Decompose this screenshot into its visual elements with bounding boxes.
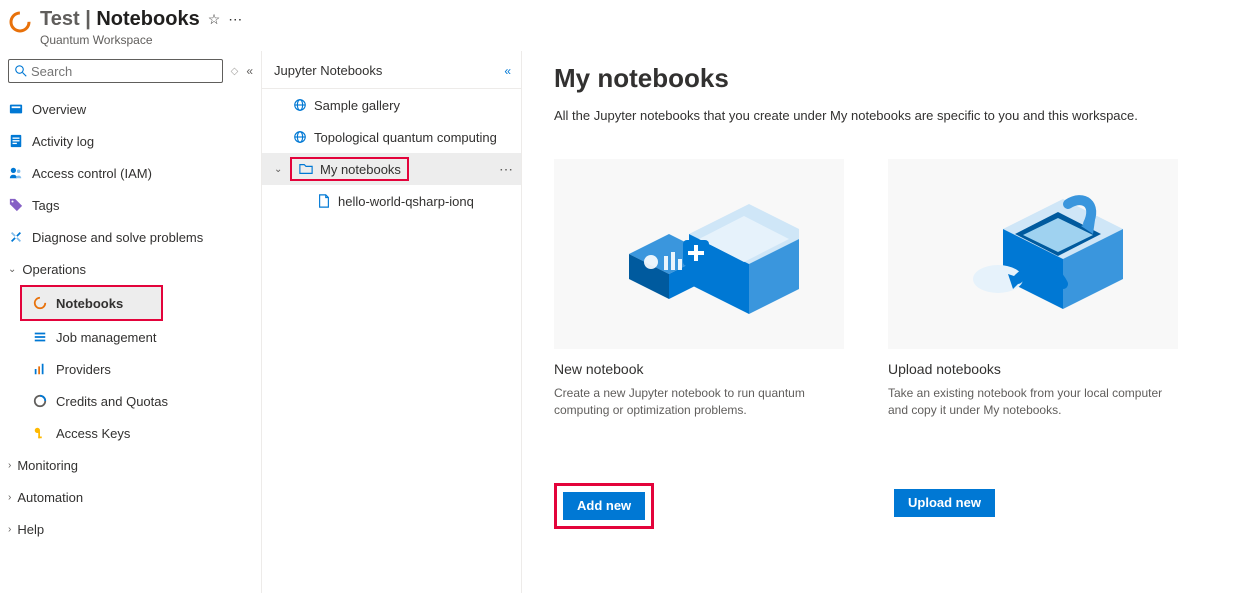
iam-icon (8, 165, 24, 181)
nav-label: Job management (56, 330, 156, 345)
nav-label: Diagnose and solve problems (32, 230, 203, 245)
card-upload-notebooks: Upload notebooks Take an existing notebo… (888, 159, 1178, 529)
nav-section-operations[interactable]: ⌄ Operations (0, 253, 261, 285)
overview-icon (8, 101, 24, 117)
nav-tags[interactable]: Tags (0, 189, 261, 221)
globe-icon (292, 97, 308, 113)
nav-label: Access Keys (56, 426, 130, 441)
tree-file-hello-world[interactable]: hello-world-qsharp-ionq (262, 185, 521, 217)
nav-providers[interactable]: Providers (0, 353, 261, 385)
keys-icon (32, 425, 48, 441)
section-label: Operations (22, 262, 86, 277)
nav-label: Tags (32, 198, 59, 213)
tree-my-notebooks[interactable]: ⌄ My notebooks ⋯ (262, 153, 521, 185)
search-input[interactable] (31, 64, 216, 79)
tree-item-more-icon[interactable]: ⋯ (499, 161, 513, 178)
activity-log-icon (8, 133, 24, 149)
diagnose-icon (8, 229, 24, 245)
card-text: Take an existing notebook from your loca… (888, 385, 1178, 419)
tree-label: My notebooks (320, 162, 401, 177)
tags-icon (8, 197, 24, 213)
globe-icon (292, 129, 308, 145)
tree-topological[interactable]: Topological quantum computing (262, 121, 521, 153)
section-label: Monitoring (17, 458, 78, 473)
search-input-wrapper[interactable] (8, 59, 223, 83)
filter-icon[interactable]: ◇ (231, 66, 239, 77)
card-new-notebook: New notebook Create a new Jupyter notebo… (554, 159, 844, 529)
chevron-down-icon: ⌄ (274, 164, 284, 175)
nav-label: Credits and Quotas (56, 394, 168, 409)
notebook-tree-panel: Jupyter Notebooks « Sample gallery Topol… (262, 51, 522, 593)
upload-new-button[interactable]: Upload new (894, 489, 995, 517)
nav-section-automation[interactable]: › Automation (0, 481, 261, 513)
folder-icon (298, 161, 314, 177)
more-actions-icon[interactable]: ⋯ (228, 11, 242, 28)
card-text: Create a new Jupyter notebook to run qua… (554, 385, 844, 419)
nav-label: Notebooks (56, 296, 123, 311)
collapse-sidebar-icon[interactable]: « (246, 64, 253, 78)
chevron-right-icon: › (8, 524, 11, 535)
add-new-button[interactable]: Add new (563, 492, 645, 520)
upload-notebooks-illustration (888, 159, 1178, 349)
nav-diagnose[interactable]: Diagnose and solve problems (0, 221, 261, 253)
nav-label: Activity log (32, 134, 94, 149)
file-icon (316, 193, 332, 209)
nav-label: Providers (56, 362, 111, 377)
workspace-logo-icon (8, 10, 32, 34)
resource-nav-sidebar: ◇ « Overview Activity log Access control… (0, 51, 262, 593)
new-notebook-illustration (554, 159, 844, 349)
page-title: My notebooks (554, 63, 1227, 94)
tree-label: hello-world-qsharp-ionq (338, 194, 474, 209)
chevron-right-icon: › (8, 492, 11, 503)
collapse-tree-icon[interactable]: « (504, 64, 511, 78)
credits-icon (32, 393, 48, 409)
tree-header-label: Jupyter Notebooks (274, 63, 382, 78)
tree-sample-gallery[interactable]: Sample gallery (262, 89, 521, 121)
title-prefix: Test | Notebooks (40, 8, 200, 31)
nav-access-keys[interactable]: Access Keys (0, 417, 261, 449)
providers-icon (32, 361, 48, 377)
nav-section-monitoring[interactable]: › Monitoring (0, 449, 261, 481)
nav-activity-log[interactable]: Activity log (0, 125, 261, 157)
workspace-type-label: Quantum Workspace (40, 33, 242, 47)
nav-label: Access control (IAM) (32, 166, 152, 181)
job-management-icon (32, 329, 48, 345)
nav-overview[interactable]: Overview (0, 93, 261, 125)
card-title: Upload notebooks (888, 361, 1178, 377)
page-header: Test | Notebooks ☆ ⋯ Quantum Workspace (0, 0, 1243, 51)
nav-label: Overview (32, 102, 86, 117)
upload-button-wrapper: Upload new (888, 483, 1001, 523)
nav-credits-quotas[interactable]: Credits and Quotas (0, 385, 261, 417)
highlight-add-new-button: Add new (554, 483, 654, 529)
nav-section-help[interactable]: › Help (0, 513, 261, 545)
chevron-right-icon: › (8, 460, 11, 471)
highlight-my-notebooks: My notebooks (290, 157, 409, 181)
card-title: New notebook (554, 361, 844, 377)
notebooks-icon (32, 295, 48, 311)
tree-label: Topological quantum computing (314, 130, 497, 145)
nav-job-management[interactable]: Job management (0, 321, 261, 353)
chevron-down-icon: ⌄ (8, 264, 16, 275)
page-description: All the Jupyter notebooks that you creat… (554, 108, 1227, 123)
nav-notebooks[interactable]: Notebooks (22, 287, 161, 319)
highlight-notebooks-nav: Notebooks (20, 285, 163, 321)
search-icon (15, 65, 27, 77)
favorite-star-icon[interactable]: ☆ (208, 11, 221, 28)
section-label: Automation (17, 490, 83, 505)
nav-access-control[interactable]: Access control (IAM) (0, 157, 261, 189)
main-content: My notebooks All the Jupyter notebooks t… (522, 51, 1243, 593)
section-label: Help (17, 522, 44, 537)
tree-label: Sample gallery (314, 98, 400, 113)
